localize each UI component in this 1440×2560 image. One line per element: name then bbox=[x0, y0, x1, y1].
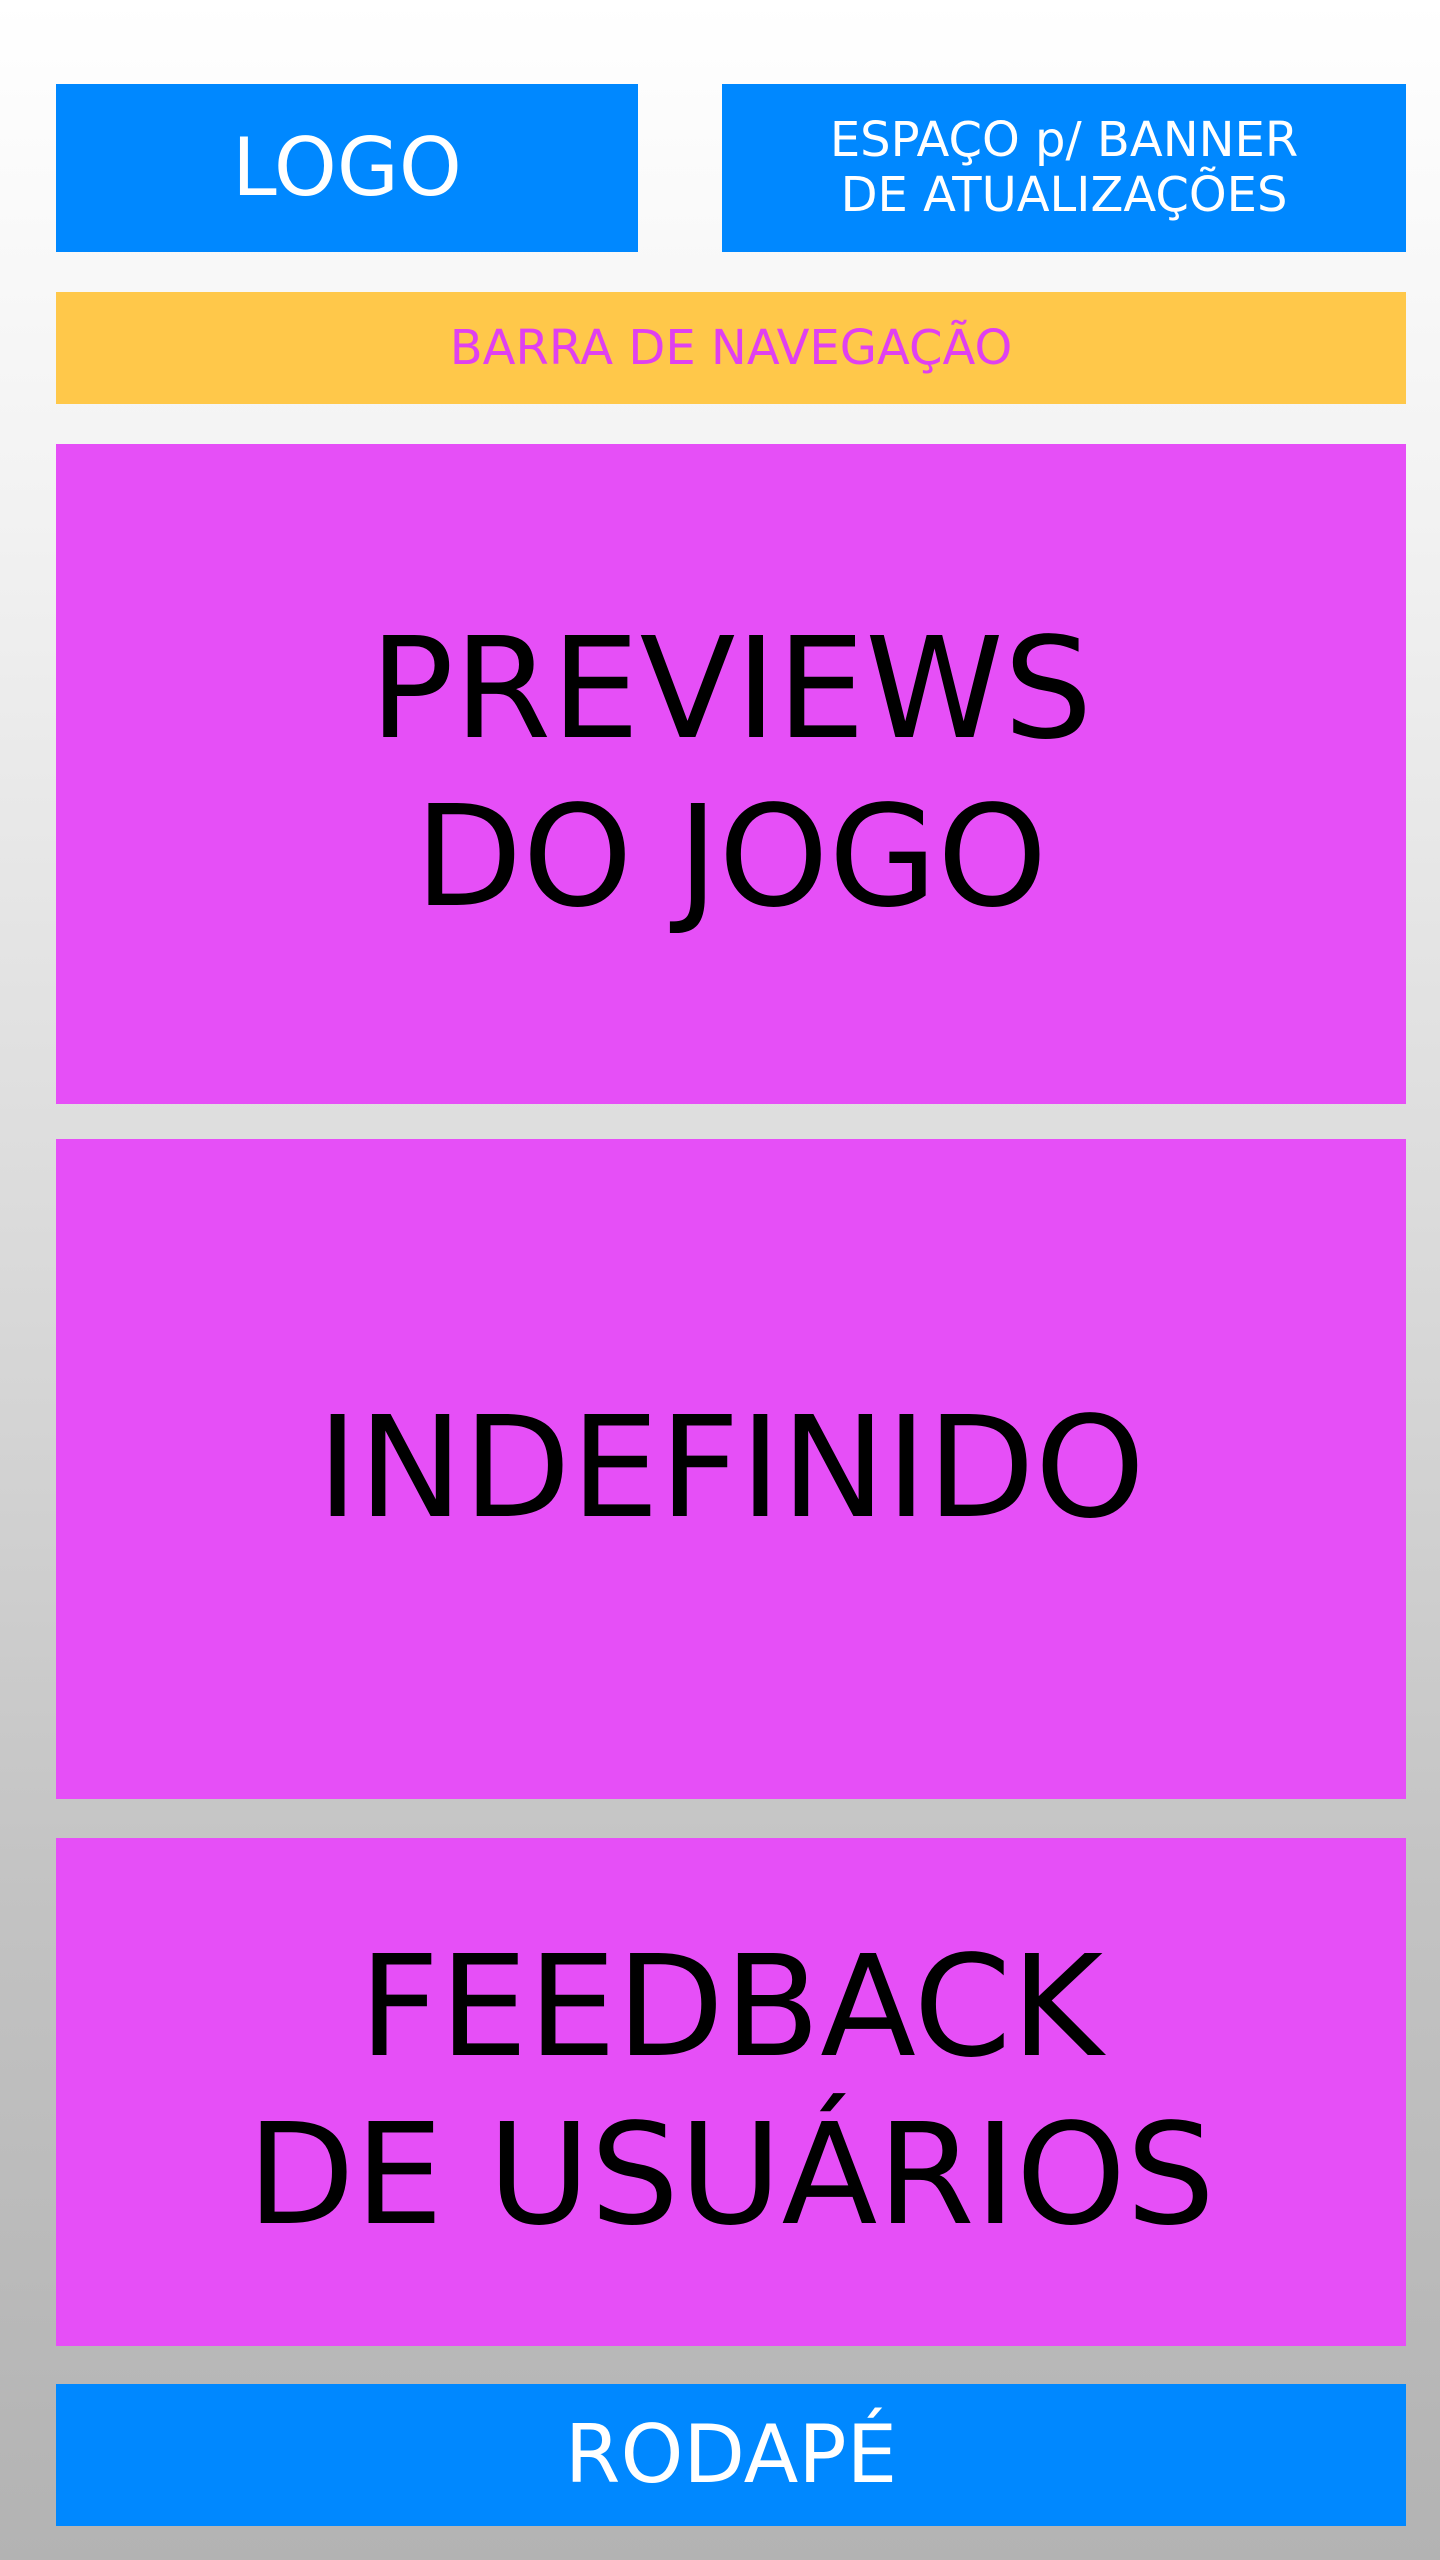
logo-label: LOGO bbox=[232, 121, 462, 214]
updates-banner-label: ESPAÇO p/ BANNER DE ATUALIZAÇÕES bbox=[829, 111, 1299, 223]
navigation-bar-label: BARRA DE NAVEGAÇÃO bbox=[449, 320, 1013, 376]
navigation-bar-placeholder: BARRA DE NAVEGAÇÃO bbox=[56, 292, 1406, 404]
updates-banner-placeholder: ESPAÇO p/ BANNER DE ATUALIZAÇÕES bbox=[722, 84, 1406, 252]
footer-placeholder: RODAPÉ bbox=[56, 2384, 1406, 2526]
undefined-section-label: INDEFINIDO bbox=[316, 1387, 1146, 1550]
user-feedback-label: FEEDBACK DE USUÁRIOS bbox=[247, 1926, 1215, 2257]
footer-label: RODAPÉ bbox=[564, 2408, 898, 2501]
logo-placeholder: LOGO bbox=[56, 84, 638, 252]
game-previews-section: PREVIEWS DO JOGO bbox=[56, 444, 1406, 1104]
undefined-section: INDEFINIDO bbox=[56, 1139, 1406, 1799]
game-previews-label: PREVIEWS DO JOGO bbox=[369, 608, 1093, 939]
user-feedback-section: FEEDBACK DE USUÁRIOS bbox=[56, 1838, 1406, 2346]
